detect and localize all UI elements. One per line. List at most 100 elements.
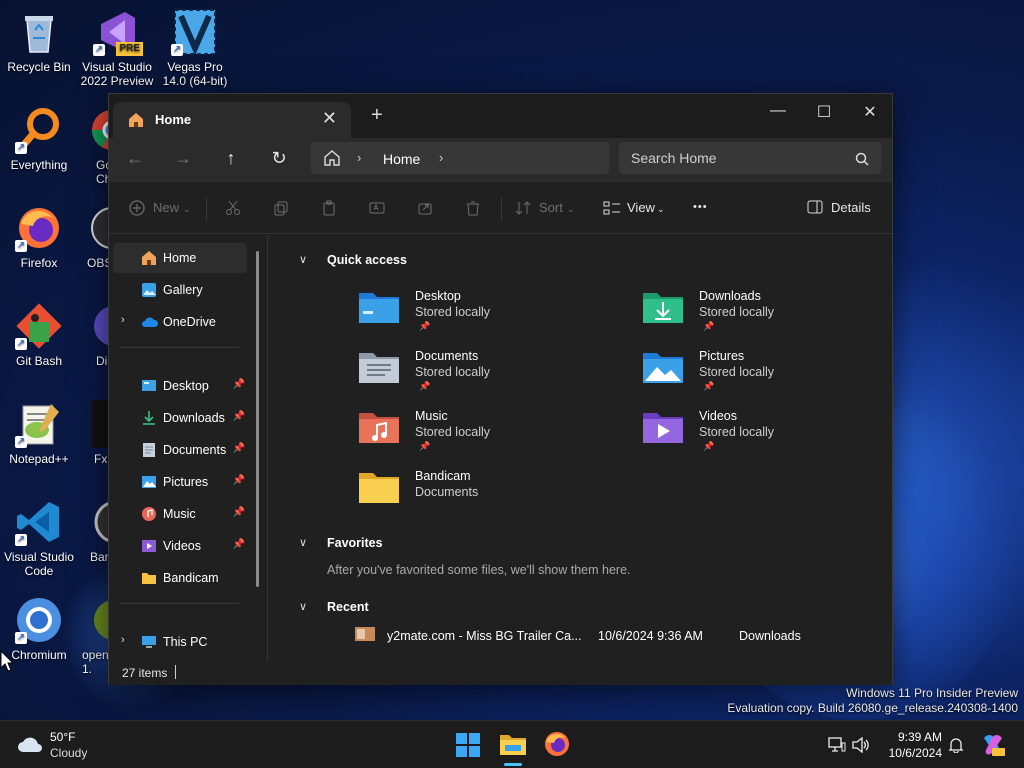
- tab-home[interactable]: Home ✕: [113, 102, 351, 138]
- desktop-icon-git-bash[interactable]: ↗ Git Bash: [0, 302, 78, 368]
- pre-badge: PRE: [116, 42, 143, 56]
- chevron-down-icon: ⌄: [567, 204, 575, 214]
- cloud-weather-icon[interactable]: [16, 733, 44, 758]
- chevron-down-icon[interactable]: ∨: [299, 253, 307, 266]
- breadcrumb-home[interactable]: Home: [383, 151, 420, 167]
- new-tab-button[interactable]: +: [371, 104, 383, 127]
- details-button[interactable]: Details: [831, 200, 871, 215]
- weather-condition[interactable]: Cloudy: [50, 746, 87, 760]
- sidebar-item-onedrive[interactable]: › OneDrive: [113, 307, 247, 337]
- favorites-header[interactable]: Favorites: [327, 536, 383, 550]
- chevron-down-icon[interactable]: ∨: [299, 600, 307, 613]
- quick-access-music[interactable]: Music Stored locally 📌: [357, 407, 617, 463]
- desktop-icon-vscode[interactable]: ↗ Visual Studio Code: [0, 498, 78, 578]
- desktop-icon-label: Recycle Bin: [7, 60, 71, 74]
- pin-icon[interactable]: 📌: [233, 379, 245, 390]
- command-bar: New ⌄ Sort ⌄ View ⌄ ••• Details: [109, 182, 892, 234]
- quick-access-downloads[interactable]: Downloads Stored locally 📌: [641, 287, 901, 343]
- up-button[interactable]: ↑: [219, 148, 243, 169]
- refresh-button[interactable]: ↻: [267, 148, 291, 169]
- view-button[interactable]: View: [627, 200, 655, 215]
- desktop-icon-recycle-bin[interactable]: Recycle Bin: [0, 8, 78, 74]
- documents-folder-icon: [357, 347, 401, 387]
- pin-icon[interactable]: 📌: [233, 507, 245, 518]
- file-explorer-taskbar-icon[interactable]: [499, 731, 527, 760]
- desktop-icon-visual-studio[interactable]: PRE ↗ Visual Studio 2022 Preview: [78, 8, 156, 88]
- desktop-icon-firefox[interactable]: ↗ Firefox: [0, 204, 78, 270]
- sidebar-item-downloads[interactable]: Downloads 📌: [113, 403, 247, 433]
- desktop-icon-partial-di[interactable]: Di: [78, 302, 108, 368]
- sidebar-scrollbar[interactable]: [256, 251, 259, 587]
- quick-access-bandicam[interactable]: Bandicam Documents: [357, 467, 617, 523]
- sidebar-item-this-pc[interactable]: › This PC: [113, 627, 247, 657]
- toolbar-divider: [206, 198, 207, 220]
- pin-icon[interactable]: 📌: [233, 411, 245, 422]
- desktop-icon-notepad-plus-plus[interactable]: ↗ Notepad++: [0, 400, 78, 466]
- recent-header[interactable]: Recent: [327, 600, 369, 614]
- desktop-icon-partial-ban[interactable]: Ban: [78, 498, 108, 564]
- tab-close-button[interactable]: ✕: [322, 108, 337, 129]
- chevron-down-icon: ⌄: [183, 204, 191, 214]
- more-options-button[interactable]: •••: [693, 201, 708, 213]
- desktop-icon-chrome-partial[interactable]: Go Ch: [78, 106, 108, 186]
- weather-temperature[interactable]: 50°F: [50, 730, 75, 744]
- desktop-icon-everything[interactable]: ↗ Everything: [0, 106, 78, 172]
- windows-start-icon[interactable]: [456, 733, 480, 760]
- forward-button[interactable]: →: [171, 148, 195, 169]
- obs-icon: [88, 204, 108, 252]
- cut-icon[interactable]: [225, 200, 241, 219]
- sidebar-item-desktop[interactable]: Desktop 📌: [113, 371, 247, 401]
- sidebar-item-pictures[interactable]: Pictures 📌: [113, 467, 247, 497]
- quick-access-pictures[interactable]: Pictures Stored locally 📌: [641, 347, 901, 403]
- delete-icon[interactable]: [465, 200, 481, 219]
- sidebar-item-bandicam[interactable]: Bandicam: [113, 563, 247, 593]
- rename-icon[interactable]: [369, 200, 385, 219]
- clock-date[interactable]: 10/6/2024: [880, 746, 942, 760]
- sidebar-item-gallery[interactable]: Gallery: [113, 275, 247, 305]
- quick-access-header[interactable]: Quick access: [327, 253, 407, 267]
- sidebar-item-music[interactable]: Music 📌: [113, 499, 247, 529]
- desktop-icon-partial-fx[interactable]: Fx: [78, 400, 108, 466]
- pane-divider[interactable]: [267, 235, 268, 661]
- pin-icon[interactable]: 📌: [233, 475, 245, 486]
- sidebar-item-videos[interactable]: Videos 📌: [113, 531, 247, 561]
- desktop-icon-vegas-pro[interactable]: ↗ Vegas Pro 14.0 (64-bit): [156, 8, 234, 88]
- quick-access-documents[interactable]: Documents Stored locally 📌: [357, 347, 617, 403]
- table-row[interactable]: y2mate.com - Miss BG Trailer Ca... 10/6/…: [355, 627, 875, 649]
- copy-icon[interactable]: [273, 200, 289, 219]
- pin-icon[interactable]: 📌: [233, 443, 245, 454]
- search-input[interactable]: [619, 142, 881, 174]
- sort-button[interactable]: Sort: [539, 200, 563, 215]
- new-button[interactable]: New: [153, 200, 179, 215]
- back-button[interactable]: ←: [123, 148, 147, 169]
- maximize-button[interactable]: ☐: [809, 102, 839, 122]
- video-thumbnail-icon: [355, 627, 375, 644]
- pictures-icon: [141, 474, 157, 490]
- desktop-icon-partial-open[interactable]: open 1.: [78, 596, 108, 676]
- copilot-preview-icon[interactable]: [980, 732, 1006, 761]
- paste-icon[interactable]: [321, 200, 337, 219]
- download-icon: [141, 410, 157, 426]
- share-icon[interactable]: [417, 200, 433, 219]
- quick-access-desktop[interactable]: Desktop Stored locally 📌: [357, 287, 617, 343]
- chevron-right-icon[interactable]: ›: [121, 634, 125, 646]
- pictures-folder-icon: [641, 347, 685, 387]
- volume-icon[interactable]: [852, 736, 870, 756]
- quick-access-videos[interactable]: Videos Stored locally 📌: [641, 407, 901, 463]
- close-button[interactable]: ✕: [855, 102, 885, 122]
- network-icon[interactable]: [828, 737, 846, 756]
- minimize-button[interactable]: —: [763, 102, 793, 120]
- firefox-taskbar-icon[interactable]: [544, 731, 570, 760]
- breadcrumb-separator[interactable]: ›: [439, 150, 443, 165]
- address-bar[interactable]: › Home ›: [311, 142, 609, 174]
- chevron-right-icon[interactable]: ›: [121, 314, 125, 326]
- recent-file-name: y2mate.com - Miss BG Trailer Ca...: [387, 629, 582, 643]
- pin-icon[interactable]: 📌: [233, 539, 245, 550]
- sidebar-item-documents[interactable]: Documents 📌: [113, 435, 247, 465]
- search-icon[interactable]: [855, 152, 869, 169]
- desktop-icon-obs-partial[interactable]: OBS: [78, 204, 108, 270]
- clock-time[interactable]: 9:39 AM: [880, 730, 942, 744]
- chevron-down-icon[interactable]: ∨: [299, 536, 307, 549]
- sidebar-item-home[interactable]: Home: [113, 243, 247, 273]
- notification-bell-icon[interactable]: [948, 737, 964, 756]
